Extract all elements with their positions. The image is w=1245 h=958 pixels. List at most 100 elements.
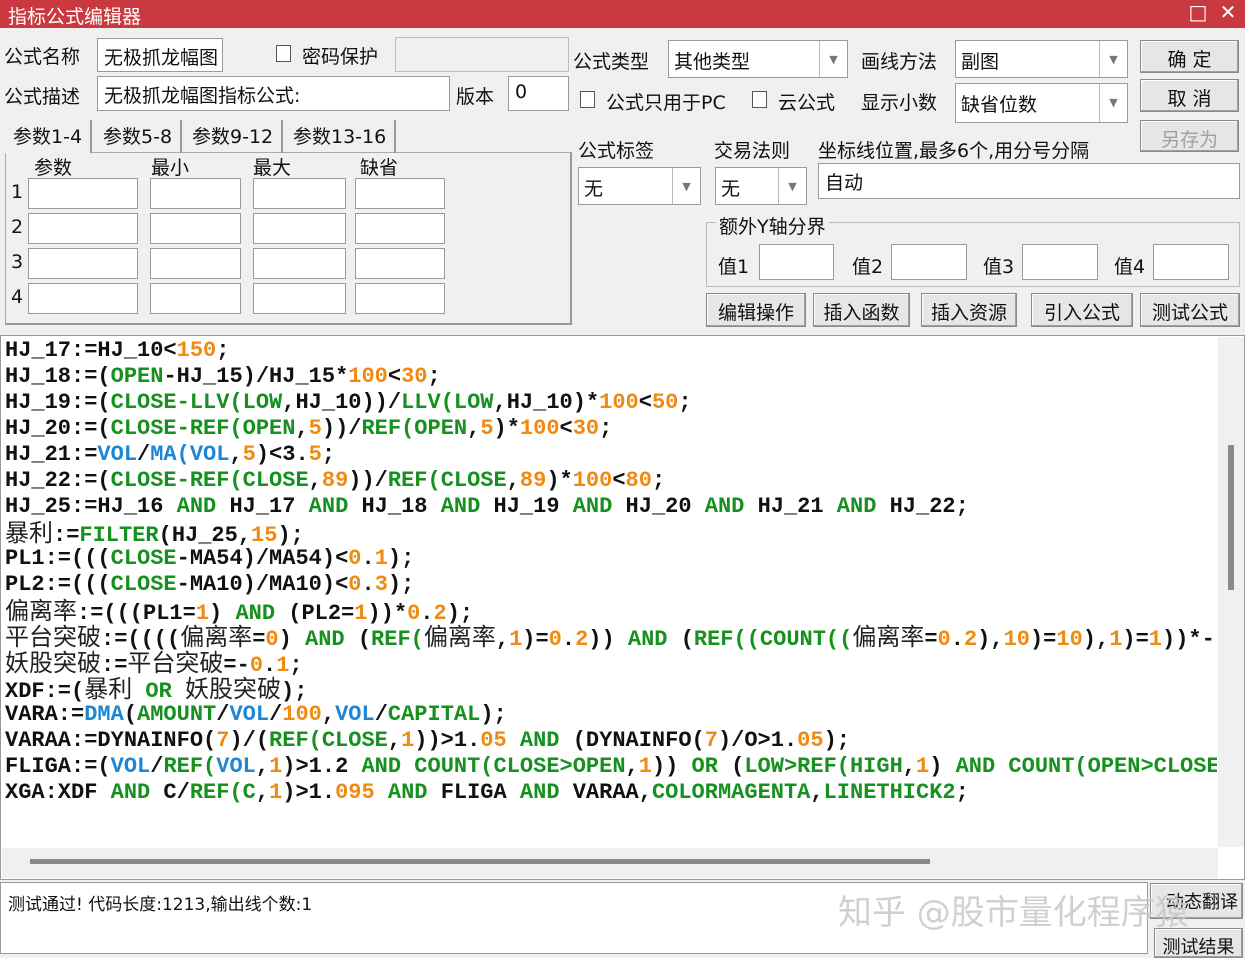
maximize-button[interactable]: □ xyxy=(1184,0,1212,24)
param-cell-max[interactable] xyxy=(253,248,346,279)
code-token: REF(C xyxy=(189,780,256,805)
tab-params-13-16[interactable]: 参数13-16 xyxy=(285,120,397,153)
save-as-button[interactable]: 另存为 xyxy=(1140,120,1239,152)
param-cell-default[interactable] xyxy=(355,178,445,209)
code-token: 1 xyxy=(638,754,652,779)
version-input[interactable]: 0 xyxy=(508,76,569,111)
tab-params-1-4[interactable]: 参数1-4 xyxy=(5,120,93,153)
close-button[interactable]: ✕ xyxy=(1214,0,1242,24)
code-token: ( xyxy=(344,627,372,650)
vertical-scroll-thumb[interactable] xyxy=(1228,445,1234,590)
code-token: CLOSE-REF(OPEN xyxy=(110,416,296,441)
code-token: HJ_20 xyxy=(612,494,705,519)
code-token: COLORMAGENTA xyxy=(651,780,811,805)
code-token: 100 xyxy=(282,702,322,727)
code-token: AND xyxy=(176,494,217,519)
test-formula-button[interactable]: 测试公式 xyxy=(1140,293,1240,327)
insert-function-button[interactable]: 插入函数 xyxy=(813,293,910,327)
code-token: 10 xyxy=(1003,627,1030,650)
param-cell-name[interactable] xyxy=(28,248,138,279)
param-cell-default[interactable] xyxy=(355,248,445,279)
code-token: )= xyxy=(1122,627,1149,650)
code-token: 05 xyxy=(797,728,824,753)
cancel-button[interactable]: 取 消 xyxy=(1140,79,1239,112)
param-cell-max[interactable] xyxy=(253,178,346,209)
password-input[interactable] xyxy=(395,37,569,72)
code-line: HJ_22:=(CLOSE-REF(CLOSE,89))/REF(CLOSE,8… xyxy=(5,468,1217,494)
code-token: ), xyxy=(977,627,1004,650)
param-cell-min[interactable] xyxy=(150,248,241,279)
formula-type-label: 公式类型 xyxy=(573,51,650,73)
code-line: PL2:=(((CLOSE-MA10)/MA10)<0.3); xyxy=(5,572,1217,598)
insert-resource-button[interactable]: 插入资源 xyxy=(921,293,1017,327)
code-token: AND xyxy=(704,494,745,519)
edit-ops-button[interactable]: 编辑操作 xyxy=(706,293,806,327)
code-token: / xyxy=(150,754,164,779)
param-cell-name[interactable] xyxy=(28,178,138,209)
tab-params-9-12[interactable]: 参数9-12 xyxy=(184,120,284,153)
param-cell-max[interactable] xyxy=(253,283,346,314)
code-token: 偏离率 xyxy=(180,624,253,650)
formula-tag-select[interactable]: 无 ▼ xyxy=(578,167,701,205)
code-token: HJ_22:=( xyxy=(5,468,111,493)
code-token: ; xyxy=(599,416,613,441)
vertical-scrollbar[interactable] xyxy=(1218,337,1244,847)
param-cell-default[interactable] xyxy=(355,213,445,244)
chevron-down-icon: ▼ xyxy=(672,168,700,204)
code-token: REF(CLOSE xyxy=(269,728,388,753)
yval-4-input[interactable] xyxy=(1153,244,1229,280)
code-token: ; xyxy=(651,468,666,493)
param-cell-min[interactable] xyxy=(150,213,241,244)
code-token: , xyxy=(810,780,824,805)
param-cell-min[interactable] xyxy=(150,178,241,209)
import-formula-button[interactable]: 引入公式 xyxy=(1031,293,1133,327)
code-token: 0 xyxy=(937,627,951,650)
param-cell-default[interactable] xyxy=(355,283,445,314)
cloud-formula-checkbox[interactable] xyxy=(752,91,767,108)
pc-only-checkbox[interactable] xyxy=(580,91,595,108)
yval-3-input[interactable] xyxy=(1022,244,1098,280)
password-checkbox[interactable] xyxy=(276,45,291,62)
code-token: HJ_18:=( xyxy=(5,364,111,389)
formula-desc-input[interactable]: 无极抓龙幅图指标公式: xyxy=(97,76,450,111)
code-token: PL2:=((( xyxy=(5,572,111,597)
code-token: COUNT(CLOSE>OPEN xyxy=(414,754,626,779)
code-token: / xyxy=(216,702,230,727)
code-token: 100 xyxy=(599,390,639,415)
decimals-select[interactable]: 缺省位数 ▼ xyxy=(955,83,1128,123)
draw-method-select[interactable]: 副图 ▼ xyxy=(955,40,1128,78)
draw-method-label: 画线方法 xyxy=(861,51,938,73)
param-cell-max[interactable] xyxy=(253,213,346,244)
code-token: , xyxy=(255,754,270,779)
code-token: ) xyxy=(278,627,306,650)
formula-type-value: 其他类型 xyxy=(674,51,751,73)
formula-type-select[interactable]: 其他类型 ▼ xyxy=(668,40,848,78)
horizontal-scroll-thumb[interactable] xyxy=(30,859,930,864)
code-token: AND xyxy=(572,494,613,519)
trade-rule-select[interactable]: 无 ▼ xyxy=(715,167,807,205)
code-token: ); xyxy=(281,679,308,702)
code-lines[interactable]: HJ_17:=HJ_10<150; HJ_18:=(OPEN-HJ_15)/HJ_… xyxy=(5,338,1217,806)
param-cell-name[interactable] xyxy=(28,213,138,244)
tab-params-5-8[interactable]: 参数5-8 xyxy=(95,120,183,153)
ok-button[interactable]: 确 定 xyxy=(1140,40,1239,73)
status-message: 测试通过! 代码长度:1213,输出线个数:1 xyxy=(8,895,313,915)
window-title: 指标公式编辑器 xyxy=(8,6,142,28)
code-token: 2 xyxy=(575,627,589,650)
yval-2-input[interactable] xyxy=(891,244,967,280)
code-token: / xyxy=(137,442,151,467)
code-token: REF((COUNT(( xyxy=(693,627,853,650)
axis-lines-input[interactable]: 自动 xyxy=(818,163,1240,199)
param-row-number: 3 xyxy=(11,251,24,273)
formula-name-input[interactable]: 无极抓龙幅图 xyxy=(97,38,223,72)
code-token: 0 xyxy=(348,572,362,597)
code-token: )) xyxy=(651,754,692,779)
yval-1-input[interactable] xyxy=(759,244,834,280)
code-token: 05 xyxy=(480,728,507,753)
param-cell-min[interactable] xyxy=(150,283,241,314)
param-cell-name[interactable] xyxy=(28,283,138,314)
code-token: := xyxy=(101,653,128,676)
code-token: ); xyxy=(277,523,304,546)
code-editor[interactable]: HJ_17:=HJ_10<150; HJ_18:=(OPEN-HJ_15)/HJ_… xyxy=(0,335,1245,880)
code-token: VARAA:=DYNAINFO( xyxy=(5,728,217,753)
